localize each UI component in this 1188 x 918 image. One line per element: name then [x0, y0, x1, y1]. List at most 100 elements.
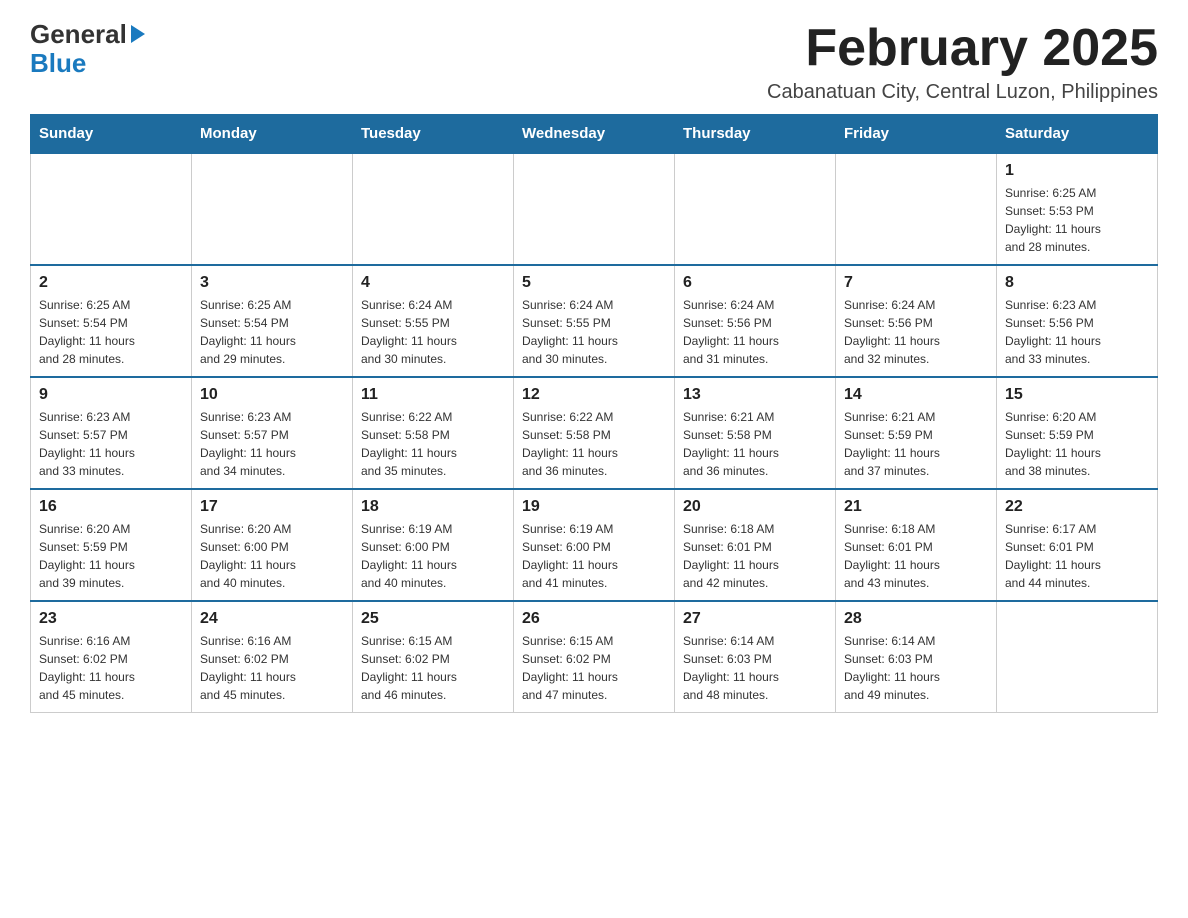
title-section: February 2025 Cabanatuan City, Central L…	[767, 20, 1158, 104]
logo-triangle-icon	[131, 25, 145, 43]
calendar-cell	[836, 153, 997, 265]
calendar-cell: 13 Sunrise: 6:21 AMSunset: 5:58 PMDayligh…	[675, 377, 836, 489]
calendar-cell: 6 Sunrise: 6:24 AMSunset: 5:56 PMDaylight…	[675, 265, 836, 377]
calendar-cell: 5Sunrise: 6:24 AMSunset: 5:55 PMDaylight…	[514, 265, 675, 377]
day-number: 13	[683, 386, 827, 404]
day-info: Sunrise: 6:19 AMSunset: 6:00 PMDaylight:…	[522, 520, 666, 592]
calendar-cell: 20 Sunrise: 6:18 AMSunset: 6:01 PMDayligh…	[675, 489, 836, 601]
day-number: 2	[39, 274, 183, 292]
calendar-week-row: 2 Sunrise: 6:25 AMSunset: 5:54 PMDaylight…	[31, 265, 1158, 377]
day-number: 18	[361, 498, 505, 516]
calendar-cell: 19 Sunrise: 6:19 AMSunset: 6:00 PMDayligh…	[514, 489, 675, 601]
day-number: 3	[200, 274, 344, 292]
day-number: 11	[361, 386, 505, 404]
day-number: 27	[683, 610, 827, 628]
calendar-cell: 3 Sunrise: 6:25 AMSunset: 5:54 PMDaylight…	[192, 265, 353, 377]
calendar-cell: 9 Sunrise: 6:23 AMSunset: 5:57 PMDaylight…	[31, 377, 192, 489]
day-number: 8	[1005, 274, 1149, 292]
day-number: 22	[1005, 498, 1149, 516]
day-info: Sunrise: 6:25 AMSunset: 5:53 PMDaylight:…	[1005, 184, 1149, 256]
subtitle: Cabanatuan City, Central Luzon, Philippi…	[767, 81, 1158, 104]
calendar-header-monday: Monday	[192, 115, 353, 154]
calendar-cell: 2 Sunrise: 6:25 AMSunset: 5:54 PMDaylight…	[31, 265, 192, 377]
calendar-cell: 22 Sunrise: 6:17 AMSunset: 6:01 PMDayligh…	[997, 489, 1158, 601]
calendar-header-friday: Friday	[836, 115, 997, 154]
day-info: Sunrise: 6:25 AMSunset: 5:54 PMDaylight:…	[39, 296, 183, 368]
day-number: 7	[844, 274, 988, 292]
calendar-cell	[353, 153, 514, 265]
day-number: 16	[39, 498, 183, 516]
calendar-cell: 28Sunrise: 6:14 AMSunset: 6:03 PMDayligh…	[836, 601, 997, 713]
day-number: 15	[1005, 386, 1149, 404]
calendar-cell: 8 Sunrise: 6:23 AMSunset: 5:56 PMDaylight…	[997, 265, 1158, 377]
day-info: Sunrise: 6:23 AMSunset: 5:56 PMDaylight:…	[1005, 296, 1149, 368]
calendar-week-row: 1 Sunrise: 6:25 AMSunset: 5:53 PMDaylight…	[31, 153, 1158, 265]
day-number: 28	[844, 610, 988, 628]
day-number: 19	[522, 498, 666, 516]
day-info: Sunrise: 6:23 AMSunset: 5:57 PMDaylight:…	[200, 408, 344, 480]
calendar-cell: 24 Sunrise: 6:16 AMSunset: 6:02 PMDayligh…	[192, 601, 353, 713]
day-info: Sunrise: 6:24 AMSunset: 5:56 PMDaylight:…	[844, 296, 988, 368]
calendar-cell: 15 Sunrise: 6:20 AMSunset: 5:59 PMDayligh…	[997, 377, 1158, 489]
day-info: Sunrise: 6:15 AMSunset: 6:02 PMDaylight:…	[522, 632, 666, 704]
day-info: Sunrise: 6:15 AMSunset: 6:02 PMDaylight:…	[361, 632, 505, 704]
calendar-week-row: 23 Sunrise: 6:16 AMSunset: 6:02 PMDayligh…	[31, 601, 1158, 713]
day-number: 25	[361, 610, 505, 628]
day-info: Sunrise: 6:18 AMSunset: 6:01 PMDaylight:…	[683, 520, 827, 592]
day-number: 23	[39, 610, 183, 628]
calendar-cell: 10 Sunrise: 6:23 AMSunset: 5:57 PMDayligh…	[192, 377, 353, 489]
day-number: 21	[844, 498, 988, 516]
day-number: 1	[1005, 162, 1149, 180]
day-info: Sunrise: 6:22 AMSunset: 5:58 PMDaylight:…	[522, 408, 666, 480]
day-info: Sunrise: 6:16 AMSunset: 6:02 PMDaylight:…	[39, 632, 183, 704]
calendar-header-sunday: Sunday	[31, 115, 192, 154]
calendar-cell: 14 Sunrise: 6:21 AMSunset: 5:59 PMDayligh…	[836, 377, 997, 489]
calendar-header-thursday: Thursday	[675, 115, 836, 154]
day-info: Sunrise: 6:16 AMSunset: 6:02 PMDaylight:…	[200, 632, 344, 704]
day-info: Sunrise: 6:21 AMSunset: 5:58 PMDaylight:…	[683, 408, 827, 480]
calendar-cell: 23 Sunrise: 6:16 AMSunset: 6:02 PMDayligh…	[31, 601, 192, 713]
calendar-cell: 21 Sunrise: 6:18 AMSunset: 6:01 PMDayligh…	[836, 489, 997, 601]
day-number: 14	[844, 386, 988, 404]
calendar-cell: 18 Sunrise: 6:19 AMSunset: 6:00 PMDayligh…	[353, 489, 514, 601]
day-info: Sunrise: 6:22 AMSunset: 5:58 PMDaylight:…	[361, 408, 505, 480]
day-number: 26	[522, 610, 666, 628]
calendar-cell: 25 Sunrise: 6:15 AMSunset: 6:02 PMDayligh…	[353, 601, 514, 713]
calendar-cell	[997, 601, 1158, 713]
day-number: 24	[200, 610, 344, 628]
day-info: Sunrise: 6:14 AMSunset: 6:03 PMDaylight:…	[683, 632, 827, 704]
calendar-cell: 7 Sunrise: 6:24 AMSunset: 5:56 PMDaylight…	[836, 265, 997, 377]
day-info: Sunrise: 6:18 AMSunset: 6:01 PMDaylight:…	[844, 520, 988, 592]
day-number: 17	[200, 498, 344, 516]
day-info: Sunrise: 6:24 AMSunset: 5:55 PMDaylight:…	[522, 296, 666, 368]
calendar-table: SundayMondayTuesdayWednesdayThursdayFrid…	[30, 114, 1158, 713]
calendar-cell	[514, 153, 675, 265]
calendar-week-row: 16Sunrise: 6:20 AMSunset: 5:59 PMDayligh…	[31, 489, 1158, 601]
calendar-cell	[675, 153, 836, 265]
calendar-header-wednesday: Wednesday	[514, 115, 675, 154]
day-number: 9	[39, 386, 183, 404]
day-info: Sunrise: 6:19 AMSunset: 6:00 PMDaylight:…	[361, 520, 505, 592]
logo: General Blue	[30, 20, 145, 77]
day-info: Sunrise: 6:24 AMSunset: 5:56 PMDaylight:…	[683, 296, 827, 368]
day-info: Sunrise: 6:20 AMSunset: 5:59 PMDaylight:…	[1005, 408, 1149, 480]
day-number: 6	[683, 274, 827, 292]
day-info: Sunrise: 6:25 AMSunset: 5:54 PMDaylight:…	[200, 296, 344, 368]
day-number: 20	[683, 498, 827, 516]
day-info: Sunrise: 6:23 AMSunset: 5:57 PMDaylight:…	[39, 408, 183, 480]
calendar-cell: 17 Sunrise: 6:20 AMSunset: 6:00 PMDayligh…	[192, 489, 353, 601]
logo-blue-text: Blue	[30, 49, 145, 78]
calendar-cell: 1 Sunrise: 6:25 AMSunset: 5:53 PMDaylight…	[997, 153, 1158, 265]
day-info: Sunrise: 6:17 AMSunset: 6:01 PMDaylight:…	[1005, 520, 1149, 592]
calendar-header-tuesday: Tuesday	[353, 115, 514, 154]
day-info: Sunrise: 6:21 AMSunset: 5:59 PMDaylight:…	[844, 408, 988, 480]
calendar-cell: 11 Sunrise: 6:22 AMSunset: 5:58 PMDayligh…	[353, 377, 514, 489]
calendar-header-row: SundayMondayTuesdayWednesdayThursdayFrid…	[31, 115, 1158, 154]
calendar-header-saturday: Saturday	[997, 115, 1158, 154]
logo-general-label: General	[30, 20, 127, 49]
day-info: Sunrise: 6:20 AMSunset: 6:00 PMDaylight:…	[200, 520, 344, 592]
calendar-cell: 16Sunrise: 6:20 AMSunset: 5:59 PMDayligh…	[31, 489, 192, 601]
calendar-cell	[31, 153, 192, 265]
logo-general-text: General	[30, 20, 145, 49]
day-number: 10	[200, 386, 344, 404]
